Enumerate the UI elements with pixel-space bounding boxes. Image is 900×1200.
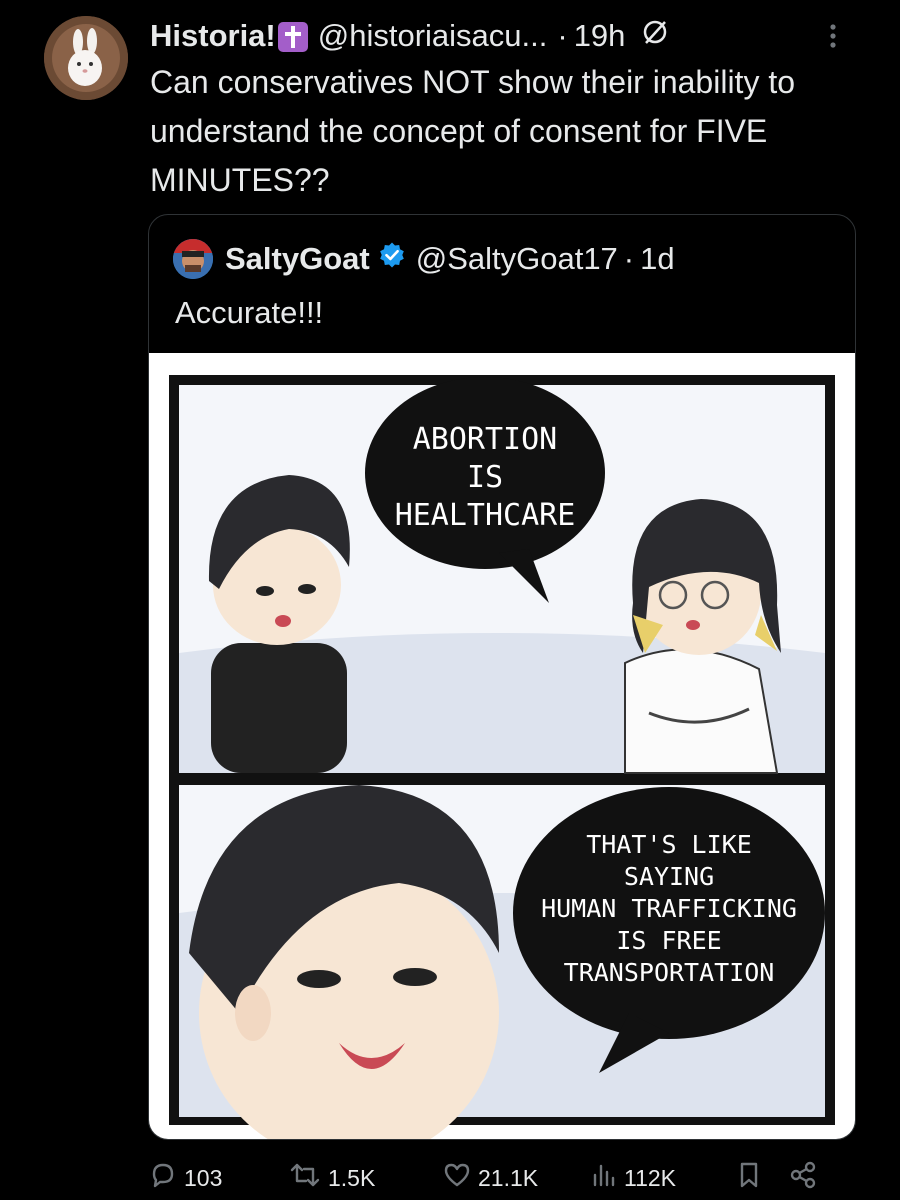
like-icon bbox=[442, 1160, 472, 1196]
cross-badge-icon bbox=[277, 22, 308, 52]
repost-count: 1.5K bbox=[328, 1164, 376, 1191]
tweet-action-bar: 103 1.5K 21.1K 112K bbox=[148, 1158, 868, 1198]
quoted-tweet-text: Accurate!!! bbox=[175, 295, 324, 330]
tweet-header: Historia! @historiaisacu... · 19h bbox=[150, 14, 669, 58]
views-button[interactable]: 112K bbox=[588, 1158, 676, 1198]
reply-button[interactable]: 103 bbox=[148, 1158, 222, 1198]
bubble-2-line: IS FREE bbox=[616, 926, 721, 955]
verified-icon bbox=[378, 241, 406, 277]
like-button[interactable]: 21.1K bbox=[442, 1158, 538, 1198]
quoted-author-name[interactable]: SaltyGoat bbox=[225, 241, 370, 277]
share-icon bbox=[788, 1160, 818, 1196]
repost-icon bbox=[288, 1160, 322, 1196]
bubble-1-line: HEALTHCARE bbox=[395, 498, 576, 533]
quoted-tweet-time[interactable]: 1d bbox=[640, 241, 674, 277]
author-display-name[interactable]: Historia! bbox=[150, 18, 276, 54]
view-count: 112K bbox=[624, 1164, 677, 1191]
separator-dot: · bbox=[623, 241, 635, 276]
bookmark-icon bbox=[734, 1160, 764, 1196]
comic-panel-1: ABORTION IS HEALTHCARE bbox=[179, 377, 825, 774]
share-button[interactable] bbox=[788, 1158, 818, 1198]
bubble-2-line: HUMAN TRAFFICKING bbox=[541, 894, 797, 923]
comic-illustration: ABORTION IS HEALTHCARE THAT'S LIKE SAYIN… bbox=[169, 375, 835, 1139]
comic-panel-2: THAT'S LIKE SAYING HUMAN TRAFFICKING IS … bbox=[179, 785, 825, 1139]
repost-button[interactable]: 1.5K bbox=[288, 1158, 375, 1198]
like-count: 21.1K bbox=[478, 1164, 539, 1191]
author-avatar[interactable] bbox=[44, 16, 128, 100]
quoted-tweet-header: SaltyGoat @SaltyGoat17 · 1d bbox=[173, 237, 675, 281]
quoted-author-avatar[interactable] bbox=[173, 239, 213, 279]
tweet-text: Can conservatives NOT show their inabili… bbox=[150, 64, 796, 198]
bunny-avatar-image bbox=[44, 16, 128, 100]
bubble-1-line: ABORTION bbox=[413, 422, 558, 457]
author-handle[interactable]: @historiaisacu... bbox=[318, 18, 548, 54]
bubble-2-line: TRANSPORTATION bbox=[564, 958, 775, 987]
separator-dot: · bbox=[557, 18, 568, 53]
reply-count: 103 bbox=[184, 1164, 223, 1191]
grok-icon[interactable] bbox=[641, 18, 669, 54]
views-icon bbox=[588, 1160, 618, 1196]
quoted-author-handle[interactable]: @SaltyGoat17 bbox=[416, 241, 618, 277]
bookmark-button[interactable] bbox=[734, 1158, 764, 1198]
bubble-1-line: IS bbox=[467, 460, 503, 495]
more-options-icon[interactable] bbox=[826, 22, 840, 55]
reply-icon bbox=[148, 1160, 178, 1196]
quoted-tweet[interactable]: SaltyGoat @SaltyGoat17 · 1d Accurate!!! bbox=[148, 214, 856, 1140]
bubble-2-line: SAYING bbox=[624, 862, 714, 891]
comic-image[interactable]: ABORTION IS HEALTHCARE THAT'S LIKE SAYIN… bbox=[149, 353, 855, 1139]
tweet-time[interactable]: 19h bbox=[574, 18, 626, 54]
bubble-2-line: THAT'S LIKE bbox=[586, 830, 752, 859]
